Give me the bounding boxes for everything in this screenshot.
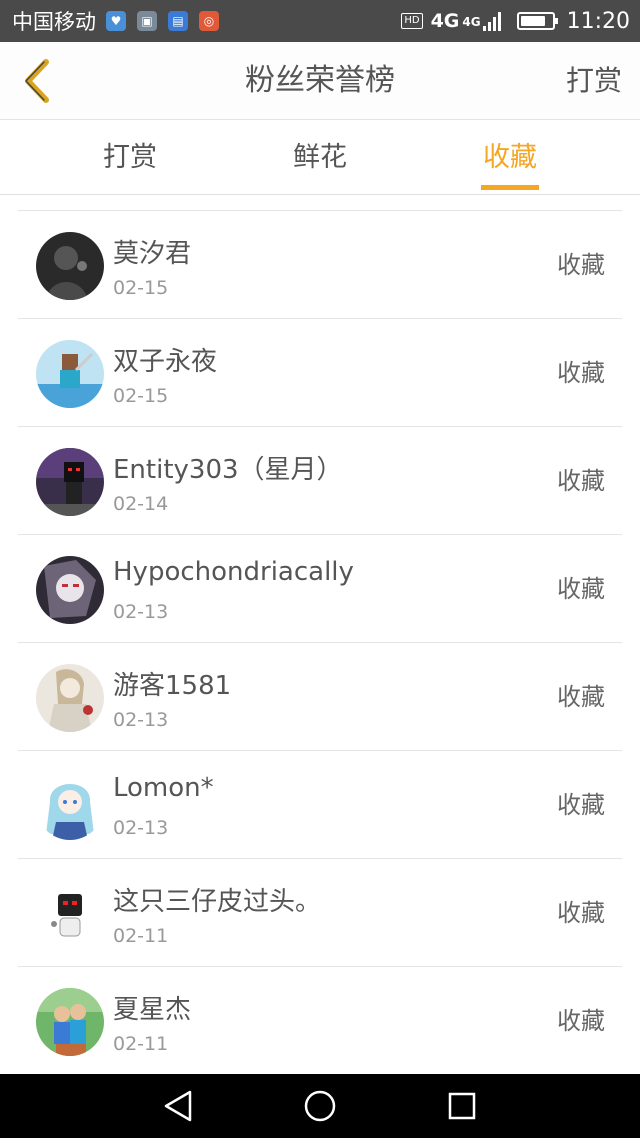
list-item[interactable]: 这只三仔皮过头。 02-11 收藏	[18, 859, 622, 967]
user-date: 02-13	[113, 709, 169, 731]
hd-badge: HD	[401, 13, 423, 29]
gallery-icon: ▣	[137, 11, 157, 31]
nav-home-button[interactable]	[300, 1086, 340, 1126]
header: 粉丝荣誉榜 打赏	[0, 42, 640, 120]
user-name: 莫汐君	[113, 239, 192, 269]
tab-flowers[interactable]: 鲜花	[260, 121, 380, 195]
tab-reward[interactable]: 打赏	[70, 121, 190, 195]
list-item[interactable]: 游客1581 02-13 收藏	[18, 643, 622, 751]
user-date: 02-15	[113, 277, 169, 299]
reward-button[interactable]: 打赏	[566, 42, 622, 120]
tab-reward-label: 打赏	[103, 142, 157, 173]
signal-icon	[482, 11, 503, 31]
favorite-label: 收藏	[557, 359, 605, 387]
tab-favorites[interactable]: 收藏	[450, 121, 570, 195]
compass-icon: ◎	[199, 11, 219, 31]
user-date: 02-15	[113, 385, 169, 407]
user-name: 双子永夜	[113, 347, 218, 377]
list-item[interactable]: Lomon* 02-13 收藏	[18, 751, 622, 859]
active-tab-indicator	[481, 185, 539, 190]
user-date: 02-14	[113, 493, 169, 515]
user-date: 02-13	[113, 817, 169, 839]
user-name: 这只三仔皮过头。	[113, 887, 322, 917]
user-name: 夏星杰	[113, 995, 192, 1025]
network-4g-label: 4G	[430, 10, 460, 32]
tab-bar: 打赏 鲜花 收藏	[0, 121, 640, 195]
list-item[interactable]: 莫汐君 02-15 收藏	[18, 211, 622, 319]
tab-flowers-label: 鲜花	[293, 142, 347, 173]
app-screen: 中国移动 ♥ ▣ ▤ ◎ HD 4G 4G 11:20 粉丝荣誉榜 打赏 打赏 …	[0, 0, 640, 1138]
favorite-label: 收藏	[557, 683, 605, 711]
user-date: 02-11	[113, 1033, 169, 1055]
favorite-label: 收藏	[557, 467, 605, 495]
list-item[interactable]: Hypochondriacally 02-13 收藏	[18, 535, 622, 643]
clock: 11:20	[566, 8, 630, 34]
tab-favorites-label: 收藏	[483, 142, 537, 173]
user-name: Hypochondriacally	[113, 557, 354, 587]
avatar	[36, 232, 104, 300]
list-item[interactable]: 夏星杰 02-11 收藏	[18, 967, 622, 1075]
health-icon: ♥	[106, 11, 126, 31]
network-4g-secondary-label: 4G	[462, 14, 481, 29]
battery-icon	[516, 12, 558, 30]
nav-back-button[interactable]	[158, 1086, 198, 1126]
user-name: Entity303（星月）	[113, 455, 343, 485]
favorite-label: 收藏	[557, 899, 605, 927]
favorite-label: 收藏	[557, 1007, 605, 1035]
system-nav-bar	[0, 1074, 640, 1138]
avatar	[36, 556, 104, 624]
user-date: 02-13	[113, 601, 169, 623]
back-triangle-icon	[164, 1090, 192, 1122]
home-circle-icon	[304, 1090, 336, 1122]
battery-level-fill	[520, 16, 545, 26]
avatar	[36, 880, 104, 948]
list-item[interactable]: 双子永夜 02-15 收藏	[18, 319, 622, 427]
favorite-label: 收藏	[557, 251, 605, 279]
list-item[interactable]: Entity303（星月） 02-14 收藏	[18, 427, 622, 535]
avatar	[36, 772, 104, 840]
nav-recents-button[interactable]	[442, 1086, 482, 1126]
user-name: Lomon*	[113, 773, 214, 803]
carrier-name: 中国移动	[12, 10, 96, 34]
avatar	[36, 988, 104, 1056]
favorite-label: 收藏	[557, 575, 605, 603]
avatar	[36, 340, 104, 408]
favorite-label: 收藏	[557, 791, 605, 819]
recents-square-icon	[448, 1092, 476, 1120]
avatar	[36, 448, 104, 516]
avatar	[36, 664, 104, 732]
user-name: 游客1581	[113, 671, 232, 701]
user-date: 02-11	[113, 925, 169, 947]
app-icon: ▤	[168, 11, 188, 31]
status-bar: 中国移动 ♥ ▣ ▤ ◎ HD 4G 4G 11:20	[0, 0, 640, 42]
page-title: 粉丝荣誉榜	[245, 63, 395, 98]
